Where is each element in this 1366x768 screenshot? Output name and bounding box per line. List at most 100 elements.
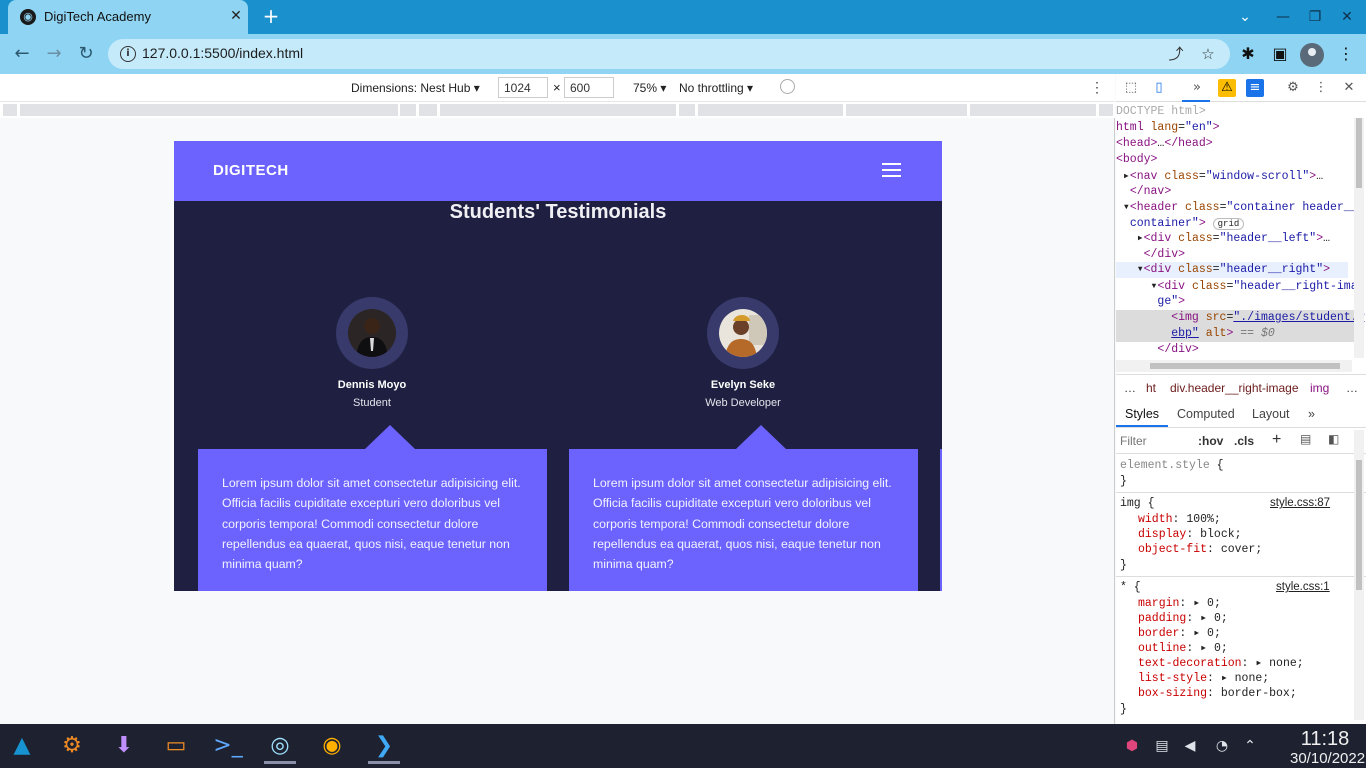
style-decl[interactable]: outline: ▸ 0; (1138, 641, 1228, 657)
arch-launcher-icon[interactable]: ▲ (0, 728, 44, 764)
app-tray-icon[interactable]: ⬢ (1122, 736, 1142, 756)
address-bar[interactable]: i 127.0.0.1:5500/index.html ⤴ ☆ (108, 39, 1230, 69)
bookmark-star-icon[interactable]: ☆ (1198, 44, 1218, 64)
vscode-icon[interactable]: ❯ (362, 728, 406, 764)
issues-icon[interactable]: ≡ (1246, 79, 1264, 97)
volume-icon[interactable]: ◀ (1180, 736, 1200, 756)
breadcrumb-item[interactable]: ht (1146, 381, 1156, 395)
styles-scrollbar[interactable] (1354, 430, 1364, 720)
close-window-button[interactable]: ✕ (1336, 6, 1358, 28)
tab-styles[interactable]: Styles (1125, 407, 1159, 421)
style-rule-selector[interactable]: * { (1120, 580, 1141, 596)
tab-search-icon[interactable]: ⌄ (1234, 6, 1256, 28)
device-toggle-icon[interactable]: ▯ (1150, 79, 1168, 97)
style-decl[interactable]: padding: ▸ 0; (1138, 611, 1228, 627)
clock[interactable]: 11:18 30/10/2022 (1290, 728, 1365, 767)
filter-input[interactable] (1120, 431, 1186, 451)
style-rule[interactable]: element.style { (1120, 458, 1224, 474)
cls-toggle[interactable]: .cls (1234, 434, 1254, 448)
style-decl[interactable]: margin: ▸ 0; (1138, 596, 1221, 612)
clipboard-icon[interactable]: ▤ (1152, 736, 1172, 756)
testimonial-name: Dennis Moyo (337, 379, 407, 391)
styles-tabbar: Styles Computed Layout » (1116, 400, 1366, 428)
side-panel-icon[interactable]: ▣ (1268, 42, 1292, 66)
wifi-icon[interactable]: ◔ (1212, 736, 1232, 756)
rotate-icon[interactable] (780, 79, 795, 94)
paint-icon[interactable]: ▤ (1300, 432, 1311, 446)
tray-expand-icon[interactable]: ⌃ (1240, 736, 1260, 756)
new-tab-button[interactable]: + (260, 5, 282, 27)
style-decl[interactable]: box-sizing: border-box; (1138, 686, 1297, 702)
style-decl[interactable]: text-decoration: ▸ none; (1138, 656, 1304, 672)
maximize-button[interactable]: ❐ (1304, 6, 1326, 28)
style-rule-selector[interactable]: img { (1120, 496, 1155, 512)
media-query-ruler (0, 102, 1115, 118)
warning-icon[interactable]: ⚠ (1218, 79, 1236, 97)
dom-line[interactable]: ▾<div class="header__right"> (1116, 262, 1348, 278)
profile-avatar[interactable] (1300, 43, 1324, 67)
back-icon[interactable]: ← (10, 42, 34, 66)
share-icon[interactable]: ⤴ (1166, 44, 1186, 64)
hov-toggle[interactable]: :hov (1198, 434, 1223, 448)
page-viewport: Dimensions: Nest Hub ▾ × 75% ▾ No thrott… (0, 74, 1115, 724)
rule-source-link[interactable]: style.css:87 (1270, 497, 1330, 509)
devtools-menu-icon[interactable]: ⋮ (1312, 79, 1330, 97)
breadcrumb-item[interactable]: div.header__right-image (1170, 381, 1299, 395)
chromium-icon[interactable]: ◎ (258, 728, 302, 764)
hamburger-menu-icon[interactable] (882, 163, 901, 177)
extensions-icon[interactable]: ✱ (1236, 42, 1260, 66)
minimize-button[interactable]: — (1272, 6, 1294, 28)
menu-kebab-icon[interactable]: ⋮ (1334, 42, 1358, 66)
dom-line: <body> (1116, 153, 1158, 166)
dimensions-dropdown[interactable]: Dimensions: Nest Hub ▾ (351, 81, 480, 95)
style-decl[interactable]: width: 100%; (1138, 512, 1221, 528)
close-tab-icon[interactable]: ✕ (226, 6, 246, 26)
more-tabs-icon[interactable]: » (1188, 79, 1206, 97)
dom-line[interactable]: ▾<header class="container header__ (1116, 200, 1358, 216)
style-decl[interactable]: object-fit: cover; (1138, 542, 1262, 558)
tab-more[interactable]: » (1308, 407, 1315, 421)
dom-hscrollbar[interactable] (1116, 360, 1352, 372)
dom-line: <head>…</head> (1116, 137, 1213, 150)
forward-icon[interactable]: → (42, 42, 66, 66)
width-input[interactable] (498, 77, 548, 98)
style-decl[interactable]: display: block; (1138, 527, 1242, 543)
throttling-dropdown[interactable]: No throttling ▾ (679, 81, 753, 95)
breadcrumb-more[interactable]: … (1346, 381, 1358, 395)
breadcrumb-more[interactable]: … (1124, 381, 1136, 395)
folder-icon[interactable]: ▭ (154, 728, 198, 764)
site-info-icon[interactable]: i (120, 46, 136, 62)
height-input[interactable] (564, 77, 614, 98)
style-rule: } (1120, 703, 1127, 716)
dom-scrollbar[interactable] (1354, 118, 1364, 358)
dom-line[interactable]: ▸<nav class="window-scroll">… (1116, 169, 1323, 185)
section-title: Students' Testimonials (449, 201, 667, 223)
breadcrumb-item[interactable]: img (1310, 381, 1329, 395)
style-decl[interactable]: list-style: ▸ none; (1138, 671, 1269, 687)
close-devtools-icon[interactable]: ✕ (1340, 79, 1358, 97)
style-decl[interactable]: border: ▸ 0; (1138, 626, 1221, 642)
dom-line-selected[interactable]: <img src="./images/student.w (1116, 310, 1364, 326)
clock-time: 11:18 (1300, 728, 1350, 750)
sidebar-toggle-icon[interactable]: ◧ (1328, 432, 1339, 446)
rule-source-link[interactable]: style.css:1 (1276, 581, 1330, 593)
settings-gear-icon[interactable]: ⚙ (50, 728, 94, 764)
terminal-icon[interactable]: >_ (206, 728, 250, 764)
style-rule: } (1120, 475, 1127, 488)
inspect-element-icon[interactable]: ⬚ (1122, 79, 1140, 97)
dom-line[interactable]: ▸<div class="header__left">… (1116, 231, 1330, 247)
software-store-icon[interactable]: ⬇ (102, 728, 146, 764)
zoom-dropdown[interactable]: 75% ▾ (633, 81, 666, 95)
dom-line: ge"> (1157, 295, 1186, 308)
tab-computed[interactable]: Computed (1177, 407, 1235, 421)
dom-tree[interactable]: DOCTYPE html> html lang="en"> <head>…</h… (1116, 104, 1364, 360)
reload-icon[interactable]: ↻ (74, 42, 98, 66)
device-menu-icon[interactable]: ⋮ (1090, 79, 1104, 96)
settings-gear-icon[interactable]: ⚙ (1284, 79, 1302, 97)
firefox-icon[interactable]: ◉ (310, 728, 354, 764)
browser-tab[interactable]: ◉ DigiTech Academy ✕ (8, 0, 248, 34)
dom-line[interactable]: ▾<div class="header__right-ima (1116, 279, 1358, 295)
new-rule-button[interactable]: + (1272, 431, 1281, 449)
tab-layout[interactable]: Layout (1252, 407, 1290, 421)
site-logo[interactable]: DIGITECH (213, 162, 289, 179)
